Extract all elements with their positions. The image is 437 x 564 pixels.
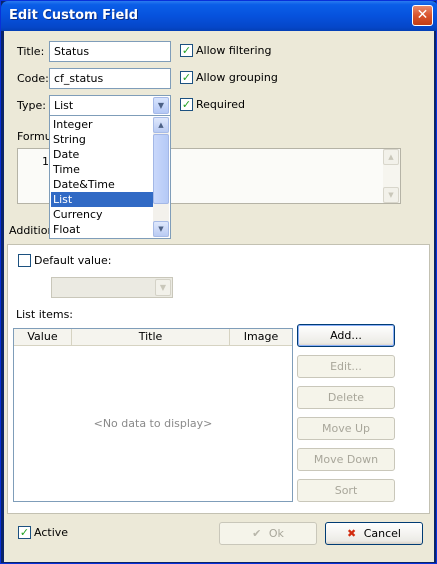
scroll-up-icon[interactable]: ▲ [383, 149, 399, 165]
allow-grouping-checkbox[interactable]: ✓ Allow grouping [180, 71, 278, 84]
dropdown-scrollbar[interactable]: ▲ ▼ [153, 117, 169, 237]
chevron-down-icon[interactable]: ▼ [155, 279, 171, 296]
cancel-x-icon: ✖ [347, 527, 357, 540]
column-header-value[interactable]: Value [14, 329, 72, 346]
grid-header: Value Title Image [14, 329, 292, 346]
default-value-label: Default value: [34, 254, 112, 267]
sort-button[interactable]: Sort [297, 479, 395, 502]
type-label: Type: [17, 99, 46, 112]
scroll-down-icon[interactable]: ▼ [383, 187, 399, 203]
cancel-label: Cancel [363, 527, 401, 540]
active-checkbox[interactable]: ✓ Active [18, 526, 68, 539]
required-label: Required [196, 98, 245, 111]
chevron-down-icon[interactable]: ▼ [153, 97, 169, 114]
type-option-integer[interactable]: Integer [51, 117, 153, 132]
type-option-currency[interactable]: Currency [51, 207, 153, 222]
check-icon: ✓ [180, 44, 193, 57]
scroll-thumb[interactable] [153, 134, 169, 204]
type-option-date[interactable]: Date [51, 147, 153, 162]
code-label: Code: [17, 72, 49, 85]
type-select-value: List [54, 99, 74, 112]
additional-label: Addition [9, 224, 55, 237]
close-button[interactable]: ✕ [412, 5, 433, 26]
type-option-string[interactable]: String [51, 132, 153, 147]
type-option-list[interactable]: List [51, 192, 153, 207]
code-input[interactable]: cf_status [49, 68, 171, 89]
list-items-label: List items: [16, 308, 74, 321]
column-header-title[interactable]: Title [72, 329, 230, 346]
scroll-down-icon[interactable]: ▼ [153, 221, 169, 237]
type-dropdown-list[interactable]: Integer String Date Time Date&Time List … [49, 115, 171, 239]
edit-custom-field-dialog: Edit Custom Field ✕ Title: Status ✓ Allo… [0, 0, 437, 564]
active-label: Active [34, 526, 69, 539]
default-value-checkbox[interactable]: Default value: [18, 254, 111, 267]
type-option-datetime[interactable]: Date&Time [51, 177, 153, 192]
type-option-time[interactable]: Time [51, 162, 153, 177]
type-options: Integer String Date Time Date&Time List … [51, 117, 153, 237]
list-items-grid[interactable]: Value Title Image <No data to display> [13, 328, 293, 502]
allow-filtering-checkbox[interactable]: ✓ Allow filtering [180, 44, 271, 57]
type-option-float[interactable]: Float [51, 222, 153, 237]
title-label: Title: [17, 45, 45, 58]
close-icon: ✕ [416, 7, 429, 23]
window-title: Edit Custom Field [9, 8, 139, 23]
check-icon: ✓ [180, 71, 193, 84]
required-checkbox[interactable]: ✓ Required [180, 98, 245, 111]
default-value-select[interactable]: ▼ [51, 277, 173, 298]
delete-button[interactable]: Delete [297, 386, 395, 409]
formula-scrollbar[interactable]: ▲ ▼ [383, 149, 400, 203]
cancel-button[interactable]: ✖ Cancel [325, 522, 423, 545]
column-header-image[interactable]: Image [230, 329, 292, 346]
title-input[interactable]: Status [49, 41, 171, 62]
title-bar[interactable]: Edit Custom Field ✕ [1, 1, 437, 31]
check-icon: ✓ [18, 526, 31, 539]
allow-grouping-label: Allow grouping [196, 71, 278, 84]
dialog-body: Title: Status ✓ Allow filtering Code: cf… [4, 31, 434, 562]
type-select[interactable]: List ▼ [49, 95, 171, 116]
formula-line-number: 1 [42, 155, 49, 168]
ok-label: Ok [268, 527, 284, 540]
ok-check-icon: ✔ [252, 527, 262, 540]
add-button[interactable]: Add... [297, 324, 395, 347]
check-icon: ✓ [180, 98, 193, 111]
ok-button[interactable]: ✔ Ok [219, 522, 317, 545]
move-down-button[interactable]: Move Down [297, 448, 395, 471]
checkbox-empty-icon [18, 254, 31, 267]
edit-button[interactable]: Edit... [297, 355, 395, 378]
move-up-button[interactable]: Move Up [297, 417, 395, 440]
grid-empty-message: <No data to display> [93, 417, 213, 430]
allow-filtering-label: Allow filtering [196, 44, 272, 57]
scroll-up-icon[interactable]: ▲ [153, 117, 169, 133]
